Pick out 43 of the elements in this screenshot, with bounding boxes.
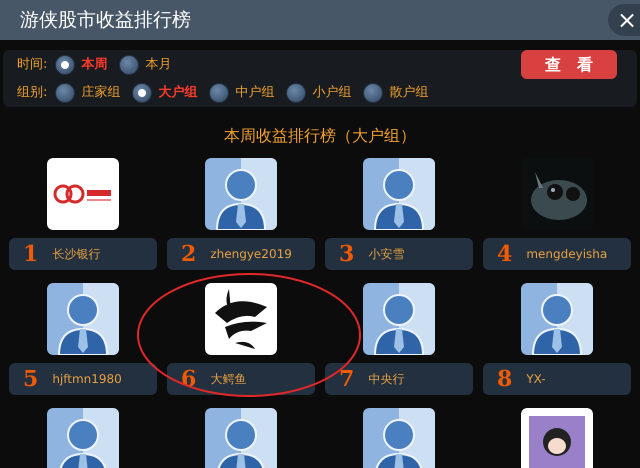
radio-option[interactable]: 庄家组 [55, 82, 120, 102]
user-avatar-icon [363, 158, 435, 230]
radio-option[interactable]: 中户组 [209, 82, 274, 102]
radio-option[interactable]: 小户组 [286, 82, 352, 102]
user-name: YX- [526, 371, 546, 388]
rank-number: 8 [497, 368, 512, 390]
user-name: 长沙银行 [52, 246, 100, 263]
close-button[interactable]: × [608, 4, 640, 36]
user-name: mengdeyisha [526, 246, 608, 263]
user-avatar-icon [363, 408, 435, 468]
radio-icon [55, 54, 76, 74]
radio-option[interactable]: 本月 [119, 54, 172, 74]
radio-icon [132, 82, 152, 102]
rank-number: 4 [497, 243, 512, 265]
radio-option[interactable]: 散户组 [363, 82, 428, 102]
user-name: 中央行 [368, 371, 404, 388]
filter-label: 时间: [17, 56, 48, 74]
user-avatar-icon [205, 158, 277, 230]
radio-icon [209, 82, 230, 102]
user-name: 小安雪 [368, 246, 404, 263]
rank-number: 5 [23, 368, 38, 390]
ranking-heading: 本周收益排行榜（大户组） [224, 125, 416, 147]
radio-icon [286, 82, 306, 102]
view-button[interactable]: 查 看 [521, 50, 617, 79]
user-avatar-icon [47, 408, 119, 468]
rank-number: 7 [339, 368, 354, 390]
rank-number: 3 [339, 243, 354, 265]
filter-label: 组别: [17, 84, 48, 102]
user-avatar-icon [205, 408, 277, 468]
user-avatar-icon [47, 283, 119, 355]
user-name: zhengye2019 [210, 246, 292, 263]
rank-number: 2 [181, 243, 196, 265]
radio-option[interactable]: 大户组 [132, 82, 198, 102]
radio-option[interactable]: 本周 [55, 54, 108, 74]
user-name: hjftmn1980 [52, 371, 122, 388]
user-avatar-icon [363, 283, 435, 355]
radio-icon [55, 82, 76, 102]
rank-number: 1 [23, 243, 38, 265]
user-name: 大鳄鱼 [210, 371, 246, 388]
window-title: 游侠股市收益排行榜 [20, 8, 191, 33]
radio-icon [363, 82, 384, 102]
radio-icon [119, 54, 140, 74]
user-avatar-icon [521, 283, 593, 355]
